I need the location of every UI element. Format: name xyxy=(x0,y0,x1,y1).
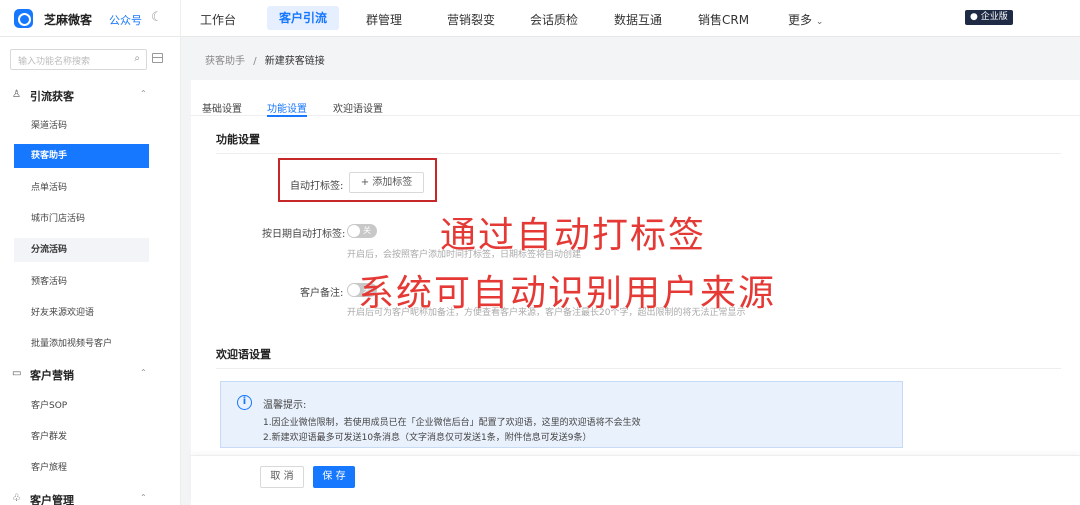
sidebar-item-pre-customer-code[interactable]: 预客活码 xyxy=(14,270,149,294)
active-tab-indicator xyxy=(267,115,307,117)
section-divider xyxy=(216,368,1061,369)
sidebar-group-customer-marketing[interactable]: ▭ 客户营销 ⌃ xyxy=(0,366,181,386)
nav-item-sales-crm[interactable]: 销售CRM xyxy=(698,11,749,28)
form-footer: 取 消 保 存 xyxy=(191,455,1080,500)
save-button[interactable]: 保 存 xyxy=(313,466,355,488)
sidebar-search-input[interactable]: 输入功能名称搜索 ⌕ xyxy=(10,49,147,70)
collapse-menu-icon[interactable] xyxy=(152,53,163,63)
sidebar-item-channel-code[interactable]: 渠道活码 xyxy=(14,114,149,138)
sidebar-group-label: 客户营销 xyxy=(30,369,74,382)
nav-item-session-inspection[interactable]: 会话质检 xyxy=(530,11,578,28)
sidebar-group-label: 引流获客 xyxy=(30,90,74,103)
nav-item-workbench[interactable]: 工作台 xyxy=(200,11,236,28)
tip-line: 1.因企业微信限制，若使用成员已在「企业微信后台」配置了欢迎语，这里的欢迎语将不… xyxy=(263,418,641,428)
breadcrumb-parent[interactable]: 获客助手 xyxy=(205,56,245,67)
breadcrumb: 获客助手 / 新建获客链接 xyxy=(205,52,325,67)
breadcrumb-separator: / xyxy=(253,56,257,67)
nav-more-label: 更多 xyxy=(788,13,813,27)
sidebar-item-customer-sop[interactable]: 客户SOP xyxy=(14,394,149,418)
calendar-icon: ▭ xyxy=(12,368,22,379)
tip-box: i 温馨提示: 1.因企业微信限制，若使用成员已在「企业微信后台」配置了欢迎语，… xyxy=(220,381,903,448)
tab-feature-settings[interactable]: 功能设置 xyxy=(267,100,307,115)
annotation-highlight-box xyxy=(278,158,437,202)
sidebar-item-customer-journey[interactable]: 客户旅程 xyxy=(14,456,149,480)
sidebar-item-batch-add-video[interactable]: 批量添加视频号客户 xyxy=(14,332,149,356)
toggle-off-text: 关 xyxy=(363,226,371,235)
annotation-line-2: 系统可自动识别用户来源 xyxy=(358,273,777,314)
sidebar-item-split-code[interactable]: 分流活码 xyxy=(14,238,149,262)
sidebar-group-customer-management[interactable]: ♧ 客户管理 ⌃ xyxy=(0,491,181,505)
remark-label: 客户备注: xyxy=(300,288,344,299)
people-icon: ♧ xyxy=(12,493,21,504)
sidebar: 输入功能名称搜索 ⌕ ♙ 引流获客 ⌃ 渠道活码 获客助手 点单活码 城市门店活… xyxy=(0,37,181,505)
section-title-features: 功能设置 xyxy=(216,133,260,146)
sidebar-item-friend-source-welcome[interactable]: 好友来源欢迎语 xyxy=(14,301,149,325)
annotation-line-1: 通过自动打标签 xyxy=(440,215,707,256)
search-icon[interactable]: ⌕ xyxy=(134,53,140,64)
cancel-button[interactable]: 取 消 xyxy=(260,466,304,488)
sidebar-item-order-code[interactable]: 点单活码 xyxy=(14,176,149,200)
chevron-up-icon: ⌃ xyxy=(140,89,147,98)
sidebar-group-label: 客户管理 xyxy=(30,494,74,505)
breadcrumb-current: 新建获客链接 xyxy=(264,56,325,67)
nav-divider xyxy=(180,0,181,37)
sidebar-group-acquisition[interactable]: ♙ 引流获客 ⌃ xyxy=(0,87,181,107)
section-title-welcome: 欢迎语设置 xyxy=(216,348,271,361)
nav-item-group-management[interactable]: 群管理 xyxy=(366,11,402,28)
section-divider xyxy=(216,153,1061,154)
nav-item-more[interactable]: 更多 ⌄ xyxy=(788,11,823,28)
nav-item-marketing-fission[interactable]: 营销裂变 xyxy=(447,11,495,28)
user-icon: ♙ xyxy=(12,89,21,100)
tip-line: 2.新建欢迎语最多可发送10条消息（文字消息仅可发送1条，附件信息可发送9条） xyxy=(263,433,592,443)
tab-bar: 基础设置 功能设置 欢迎语设置 xyxy=(191,80,1080,117)
search-placeholder: 输入功能名称搜索 xyxy=(18,57,91,67)
sidebar-item-city-store-code[interactable]: 城市门店活码 xyxy=(14,207,149,231)
sidebar-item-acquisition-assistant[interactable]: 获客助手 xyxy=(14,144,149,168)
chevron-up-icon: ⌃ xyxy=(140,493,147,502)
info-icon: i xyxy=(237,395,252,410)
edition-badge: ● 企业版 xyxy=(965,10,1013,25)
nav-item-customer-acquisition[interactable]: 客户引流 xyxy=(267,6,340,30)
brand-logo-icon[interactable] xyxy=(14,9,33,28)
date-tag-label: 按日期自动打标签: xyxy=(262,229,346,240)
theme-toggle-icon[interactable]: ☾ xyxy=(151,10,163,25)
tab-welcome-settings[interactable]: 欢迎语设置 xyxy=(333,100,383,115)
nav-item-data-interop[interactable]: 数据互通 xyxy=(614,11,662,28)
edition-label: 企业版 xyxy=(980,12,1008,22)
gzh-link[interactable]: 公众号 xyxy=(109,12,142,28)
chevron-up-icon: ⌃ xyxy=(140,368,147,377)
date-tag-toggle[interactable]: 关 xyxy=(347,224,377,238)
toggle-knob xyxy=(348,225,360,237)
tip-title: 温馨提示: xyxy=(263,400,307,411)
sidebar-item-customer-mass-send[interactable]: 客户群发 xyxy=(14,425,149,449)
tab-basic-settings[interactable]: 基础设置 xyxy=(202,100,242,115)
top-navbar: 芝麻微客 公众号 ☾ 工作台 客户引流 群管理 营销裂变 会话质检 数据互通 销… xyxy=(0,0,1080,37)
brand-name[interactable]: 芝麻微客 xyxy=(44,11,92,28)
chevron-down-icon: ⌄ xyxy=(815,17,824,27)
